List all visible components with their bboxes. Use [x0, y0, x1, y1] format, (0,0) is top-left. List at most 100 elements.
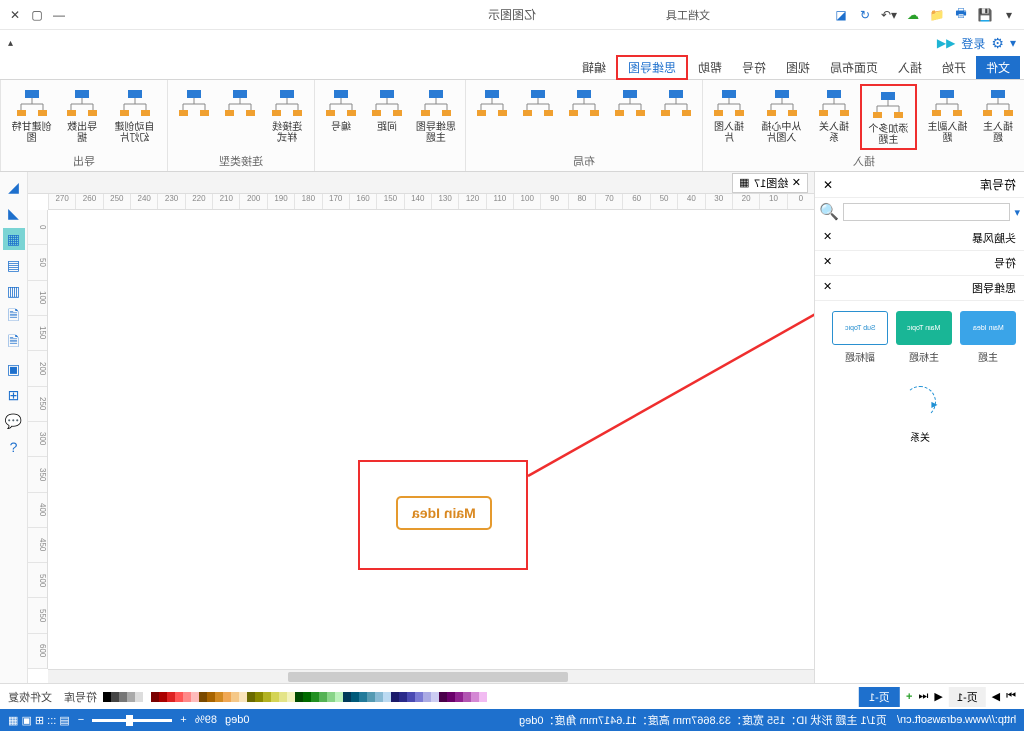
color-swatch[interactable]	[391, 692, 399, 702]
view-mode-icons[interactable]: ▦ ▣ ⊞ ::: ▤	[8, 714, 70, 727]
color-swatch[interactable]	[463, 692, 471, 702]
ribbon-button[interactable]: 插入图片	[709, 84, 749, 146]
color-swatch[interactable]	[255, 692, 263, 702]
color-swatch[interactable]	[359, 692, 367, 702]
mindmap-main-node[interactable]: Main Idea	[396, 496, 492, 530]
color-swatch[interactable]	[111, 692, 119, 702]
ribbon-button[interactable]	[610, 84, 650, 122]
color-swatch[interactable]	[295, 692, 303, 702]
page-nav-prev-icon[interactable]: ◀	[992, 690, 1000, 703]
window-min-icon[interactable]: —	[50, 6, 68, 24]
left-tool-button[interactable]: ▥	[3, 280, 25, 302]
settings-gear-icon[interactable]: ⚙	[991, 35, 1004, 52]
folder-icon[interactable]: 📁	[928, 6, 946, 24]
left-tool-button[interactable]: ▦	[3, 228, 25, 250]
ribbon-button[interactable]	[656, 84, 696, 122]
left-tool-button[interactable]: ▣	[3, 358, 25, 380]
close-tab-icon[interactable]: ✕	[792, 176, 801, 189]
search-icon[interactable]: 🔍	[819, 202, 839, 222]
color-swatch[interactable]	[319, 692, 327, 702]
side-tab-mindmap[interactable]: 符号库	[64, 689, 97, 705]
color-swatch[interactable]	[375, 692, 383, 702]
left-tool-button[interactable]: ⊞	[3, 384, 25, 406]
color-swatch[interactable]	[351, 692, 359, 702]
color-swatch[interactable]	[247, 692, 255, 702]
color-swatch[interactable]	[215, 692, 223, 702]
color-swatch[interactable]	[399, 692, 407, 702]
ribbon-button[interactable]	[220, 84, 260, 122]
document-tab[interactable]: ▦ 绘图17 ✕	[732, 173, 808, 193]
color-swatch[interactable]	[151, 692, 159, 702]
ribbon-button[interactable]: 思维导图主题	[413, 84, 459, 146]
color-swatch[interactable]	[383, 692, 391, 702]
left-tool-button[interactable]: ◢	[3, 176, 25, 198]
symbol-thumbnail[interactable]: Main Idea主题	[960, 311, 1016, 364]
tab-pagelayout[interactable]: 页面布局	[820, 56, 888, 79]
section-close-icon[interactable]: ✕	[823, 255, 832, 271]
left-tool-button[interactable]: ▤	[3, 254, 25, 276]
ribbon-button[interactable]: 自动创建幻灯片	[108, 84, 161, 146]
left-tool-button[interactable]: 🗎	[3, 332, 25, 354]
page-nav-next-icon[interactable]: ▶	[934, 690, 942, 703]
color-swatch[interactable]	[183, 692, 191, 702]
color-swatch[interactable]	[223, 692, 231, 702]
color-swatch[interactable]	[303, 692, 311, 702]
canvas[interactable]: Main Idea	[48, 210, 814, 669]
search-dropdown-icon[interactable]: ▾	[1014, 206, 1020, 219]
zoom-in-icon[interactable]: +	[180, 714, 186, 726]
section-close-icon[interactable]: ✕	[823, 230, 832, 246]
ribbon-button[interactable]: 连接线样式	[266, 84, 308, 146]
color-swatch[interactable]	[207, 692, 215, 702]
relation-symbol[interactable]: 关系	[815, 374, 1024, 454]
color-swatch[interactable]	[135, 692, 143, 702]
symbol-thumbnail[interactable]: Main Topic主标题	[896, 311, 952, 364]
panel-section-header[interactable]: ✕符号	[815, 251, 1024, 276]
color-swatch[interactable]	[127, 692, 135, 702]
window-max-icon[interactable]: ▢	[28, 6, 46, 24]
print-icon[interactable]: 🖶	[952, 6, 970, 24]
color-swatch[interactable]	[439, 692, 447, 702]
ribbon-button[interactable]: 添加多个主题	[860, 84, 917, 150]
color-swatch[interactable]	[423, 692, 431, 702]
tab-symbols[interactable]: 符号	[732, 56, 776, 79]
panel-section-header[interactable]: ✕思维导图	[815, 276, 1024, 301]
color-swatch[interactable]	[367, 692, 375, 702]
page-add-icon[interactable]: +	[906, 691, 912, 703]
zoom-out-icon[interactable]: −	[78, 714, 84, 726]
ribbon-button[interactable]: 插入主题	[978, 84, 1018, 146]
ribbon-button[interactable]	[518, 84, 558, 122]
color-swatch[interactable]	[199, 692, 207, 702]
color-swatch[interactable]	[239, 692, 247, 702]
ribbon-button[interactable]: 导出数据	[62, 84, 102, 146]
undo-dropdown-icon[interactable]: ↶▾	[880, 6, 898, 24]
symbol-thumbnail[interactable]: Sub Topic副标题	[832, 311, 888, 364]
ribbon-button[interactable]	[174, 84, 214, 122]
color-swatch[interactable]	[343, 692, 351, 702]
refresh-icon[interactable]: ↻	[856, 6, 874, 24]
page-tab-primary[interactable]: 页-1	[949, 687, 986, 707]
color-swatch[interactable]	[335, 692, 343, 702]
color-swatch[interactable]	[455, 692, 463, 702]
tab-edit[interactable]: 编辑	[572, 56, 616, 79]
zoom-slider[interactable]	[92, 719, 172, 722]
color-swatch[interactable]	[311, 692, 319, 702]
cloud-icon[interactable]: ☁	[904, 6, 922, 24]
color-swatch[interactable]	[415, 692, 423, 702]
color-swatch[interactable]	[119, 692, 127, 702]
color-swatch[interactable]	[231, 692, 239, 702]
color-swatch[interactable]	[479, 692, 487, 702]
side-tab-filerecover[interactable]: 文件恢复	[8, 689, 52, 705]
left-tool-button[interactable]: ?	[3, 436, 25, 458]
ribbon-button[interactable]: 插入副主题	[923, 84, 972, 146]
color-swatch[interactable]	[167, 692, 175, 702]
ribbon-button[interactable]: 间距	[367, 84, 407, 135]
tab-mindmap[interactable]: 思维导图	[616, 55, 688, 80]
color-swatch[interactable]	[271, 692, 279, 702]
color-swatch[interactable]	[159, 692, 167, 702]
ribbon-button[interactable]: 从中心插入图片	[755, 84, 808, 146]
ribbon-button[interactable]	[472, 84, 512, 122]
tab-start[interactable]: 开始	[932, 56, 976, 79]
section-close-icon[interactable]: ✕	[823, 280, 832, 296]
tab-insert[interactable]: 插入	[888, 56, 932, 79]
color-swatch[interactable]	[103, 692, 111, 702]
